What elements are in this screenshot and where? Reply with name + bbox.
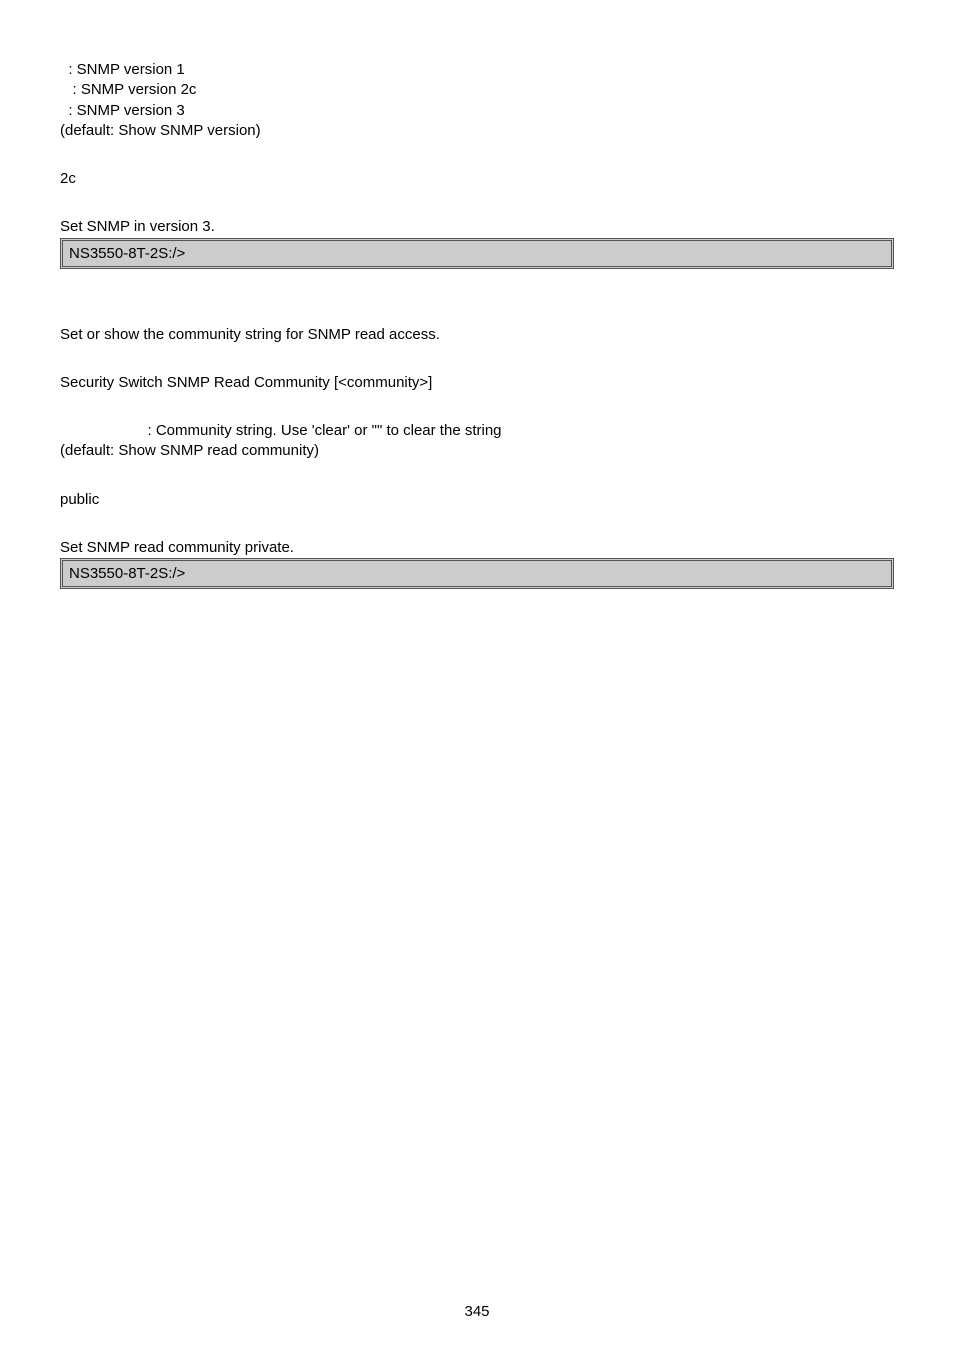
- default-value-2: public: [60, 490, 894, 510]
- section2-param-line2: (default: Show SNMP read community): [60, 441, 894, 461]
- section2-param-line1: : Community string. Use 'clear' or "" to…: [60, 421, 894, 441]
- example-description-1: Set SNMP in version 3.: [60, 217, 894, 237]
- param-version1: : SNMP version 1: [60, 60, 894, 80]
- param-version3: : SNMP version 3: [60, 101, 894, 121]
- prompt-text-2: NS3550-8T-2S:/>: [69, 565, 185, 582]
- section2-syntax: Security Switch SNMP Read Community [<co…: [60, 373, 894, 393]
- document-page: : SNMP version 1 : SNMP version 2c : SNM…: [0, 0, 954, 1350]
- prompt-text-1: NS3550-8T-2S:/>: [69, 245, 185, 262]
- param-default-note: (default: Show SNMP version): [60, 121, 894, 141]
- code-box-2: NS3550-8T-2S:/>: [60, 558, 894, 589]
- example-description-2: Set SNMP read community private.: [60, 538, 894, 558]
- default-value-1: 2c: [60, 169, 894, 189]
- section2-description: Set or show the community string for SNM…: [60, 325, 894, 345]
- page-number: 345: [0, 1303, 954, 1320]
- code-box-1: NS3550-8T-2S:/>: [60, 238, 894, 269]
- param-version2c: : SNMP version 2c: [60, 80, 894, 100]
